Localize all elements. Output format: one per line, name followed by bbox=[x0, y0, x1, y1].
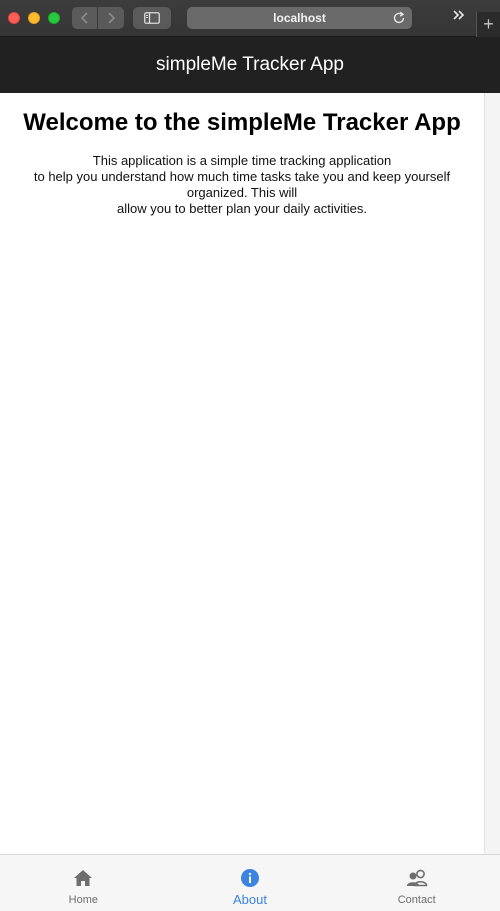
history-nav bbox=[72, 7, 124, 29]
plus-icon: + bbox=[483, 14, 494, 34]
tab-home[interactable]: Home bbox=[0, 855, 167, 911]
app-header: simpleMe Tracker App bbox=[0, 37, 500, 93]
more-toolbar-icon[interactable] bbox=[452, 8, 470, 28]
double-chevron-right-icon bbox=[453, 10, 465, 20]
scrollbar[interactable] bbox=[484, 93, 500, 854]
back-button[interactable] bbox=[72, 7, 98, 29]
tab-label: Contact bbox=[397, 894, 436, 906]
tab-contact[interactable]: Contact bbox=[333, 855, 500, 911]
reload-icon[interactable] bbox=[392, 11, 406, 25]
page-description: This application is a simple time tracki… bbox=[0, 153, 484, 217]
sidebar-icon bbox=[144, 12, 160, 24]
close-window-button[interactable] bbox=[8, 12, 20, 24]
description-line: to help you understand how much time tas… bbox=[33, 169, 451, 200]
main-content: Welcome to the simpleMe Tracker App This… bbox=[0, 93, 484, 854]
home-icon bbox=[72, 867, 94, 889]
bottom-navigation: Home About Contact bbox=[0, 854, 500, 911]
forward-button[interactable] bbox=[98, 7, 124, 29]
contact-icon bbox=[406, 867, 428, 889]
page-heading: Welcome to the simpleMe Tracker App bbox=[23, 109, 461, 136]
description-line: This application is a simple time tracki… bbox=[92, 153, 392, 168]
tab-label: About bbox=[233, 892, 267, 907]
chevron-left-icon bbox=[80, 12, 88, 24]
tab-about[interactable]: About bbox=[167, 855, 334, 911]
info-icon bbox=[239, 867, 261, 889]
app-title: simpleMe Tracker App bbox=[156, 54, 344, 75]
description-line: allow you to better plan your daily acti… bbox=[116, 201, 367, 216]
tab-label: Home bbox=[68, 894, 98, 906]
chevron-right-icon bbox=[108, 12, 116, 24]
sidebar-toggle-button[interactable] bbox=[133, 7, 171, 29]
minimize-window-button[interactable] bbox=[28, 12, 40, 24]
url-text: localhost bbox=[273, 11, 326, 25]
new-tab-button[interactable]: + bbox=[476, 12, 500, 37]
zoom-window-button[interactable] bbox=[48, 12, 60, 24]
browser-toolbar: localhost + bbox=[0, 0, 500, 37]
address-bar[interactable]: localhost bbox=[187, 7, 412, 29]
